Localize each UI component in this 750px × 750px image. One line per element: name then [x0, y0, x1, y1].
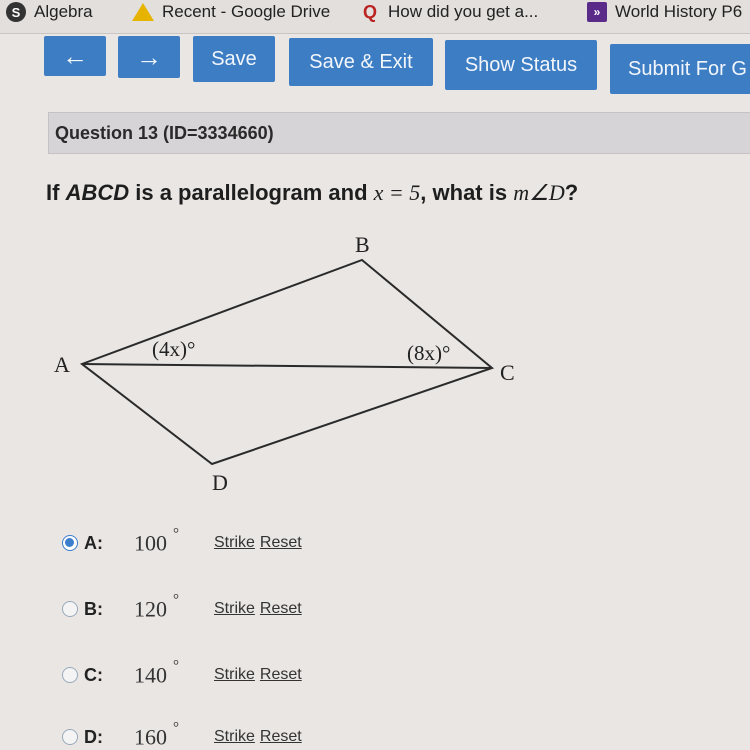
arrow-left-icon: ←	[62, 40, 88, 71]
vertex-label-b: B	[355, 232, 370, 257]
choice-value: 160 °	[134, 720, 214, 750]
parallelogram-figure: A B C D (4x)° (8x)°	[40, 228, 560, 498]
choice-value-number: 100	[134, 530, 167, 556]
reset-link[interactable]: Reset	[260, 600, 302, 618]
choice-value: 120 °	[134, 592, 214, 622]
vertex-label-c: C	[500, 360, 515, 385]
question-math-x: x = 5	[373, 180, 421, 205]
strike-link[interactable]: Strike	[214, 534, 255, 552]
choice-value-number: 140	[134, 662, 167, 688]
degree-symbol: °	[173, 658, 179, 674]
question-text-part: If	[46, 180, 66, 205]
choice-c[interactable]: C: 140 ° Strike Reset	[62, 658, 307, 688]
bookmark-world-history[interactable]: » World History P6	[587, 2, 742, 22]
google-drive-icon	[132, 3, 154, 21]
question-text-part: is a parallelogram and	[129, 180, 374, 205]
bookmark-arrow-icon: »	[587, 2, 607, 22]
radio-button-b[interactable]	[62, 601, 78, 618]
choice-b[interactable]: B: 120 ° Strike Reset	[62, 592, 307, 622]
question-header: Question 13 (ID=3334660)	[48, 112, 750, 154]
quora-icon: Q	[362, 1, 377, 22]
choice-value-number: 160	[134, 724, 167, 750]
vertex-label-d: D	[212, 470, 228, 495]
question-text-part: , what is	[420, 180, 514, 205]
bookmark-google-drive[interactable]: Recent - Google Drive	[132, 2, 330, 22]
bookmarks-bar: S Algebra Recent - Google Drive Q How di…	[0, 0, 750, 34]
question-text: If ABCD is a parallelogram and x = 5, wh…	[46, 180, 746, 206]
strike-link[interactable]: Strike	[214, 728, 255, 746]
toolbar: ← → Save Save & Exit Show Status Submit …	[0, 36, 750, 96]
arrow-right-icon: →	[136, 41, 162, 72]
degree-symbol: °	[173, 526, 179, 542]
angle-label-c: (8x)°	[407, 341, 450, 365]
forward-button[interactable]: →	[118, 36, 180, 78]
save-exit-button[interactable]: Save & Exit	[289, 38, 433, 86]
choice-a[interactable]: A: 100 ° Strike Reset	[62, 526, 307, 556]
question-id: Question 13 (ID=3334660)	[55, 122, 274, 143]
submit-button[interactable]: Submit For G	[610, 44, 750, 94]
radio-button-d[interactable]	[62, 729, 78, 746]
bookmark-label: Recent - Google Drive	[162, 2, 331, 21]
bookmark-label: How did you get a...	[388, 2, 539, 21]
bookmark-quora[interactable]: Q How did you get a...	[360, 2, 538, 22]
strike-link[interactable]: Strike	[214, 600, 255, 618]
vertex-label-a: A	[54, 352, 70, 377]
radio-button-a[interactable]	[62, 535, 78, 552]
parallelogram-diagram: A B C D (4x)° (8x)°	[54, 232, 515, 495]
choice-letter: B:	[84, 598, 103, 619]
choice-letter: A:	[84, 532, 103, 553]
back-button[interactable]: ←	[44, 36, 106, 76]
question-math-angle: m∠D	[513, 180, 565, 205]
degree-symbol: °	[173, 592, 179, 608]
bookmark-label: World History P6	[615, 2, 743, 21]
bookmark-algebra[interactable]: S Algebra	[6, 2, 93, 22]
choice-letter: D:	[84, 726, 103, 747]
question-text-shape: ABCD	[65, 180, 130, 205]
question-text-part: ?	[564, 180, 579, 205]
algebra-icon: S	[6, 2, 26, 22]
strike-link[interactable]: Strike	[214, 666, 255, 684]
show-status-button[interactable]: Show Status	[445, 40, 597, 90]
angle-label-a: (4x)°	[152, 337, 195, 361]
reset-link[interactable]: Reset	[260, 666, 302, 684]
degree-symbol: °	[173, 720, 179, 736]
choice-letter: C:	[84, 664, 103, 685]
reset-link[interactable]: Reset	[260, 534, 302, 552]
reset-link[interactable]: Reset	[260, 728, 302, 746]
radio-button-c[interactable]	[62, 667, 78, 684]
bookmark-label: Algebra	[34, 2, 93, 21]
choice-value: 100 °	[134, 526, 214, 556]
choice-value: 140 °	[134, 658, 214, 688]
choice-d[interactable]: D: 160 ° Strike Reset	[62, 720, 307, 750]
choice-value-number: 120	[134, 596, 167, 622]
save-button[interactable]: Save	[193, 36, 275, 82]
